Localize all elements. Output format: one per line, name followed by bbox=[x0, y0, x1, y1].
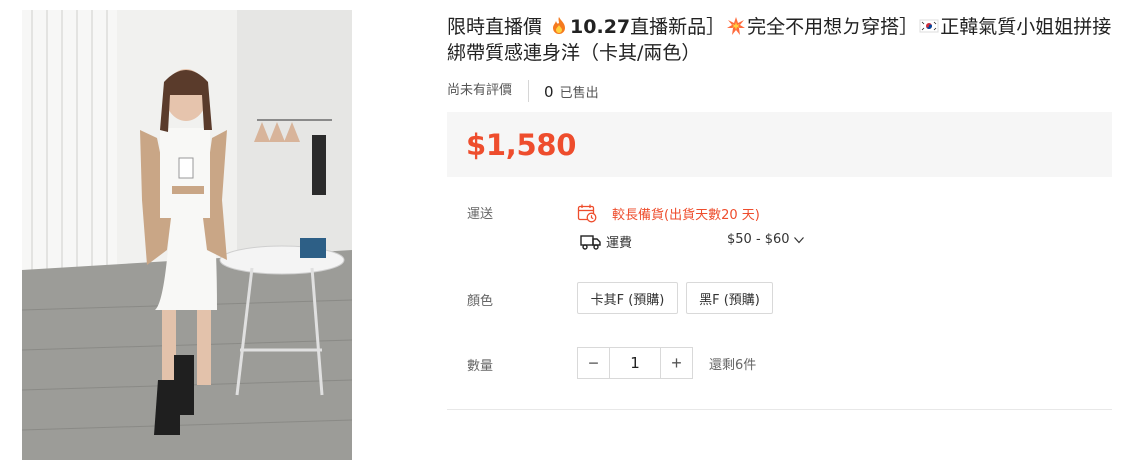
chevron-down-icon bbox=[793, 236, 804, 243]
truck-icon bbox=[580, 234, 601, 250]
fire-icon bbox=[553, 17, 566, 34]
color-option-khaki[interactable]: 卡其F (預購) bbox=[577, 282, 678, 314]
product-info-panel: 限時直播價 10.27直播新品］ 完全不用想ㄉ穿搭］ 正韓氣質小姐姐拼接綁帶質感連身… bbox=[447, 0, 1112, 468]
color-option-black[interactable]: 黑F (預購) bbox=[686, 282, 773, 314]
collision-icon bbox=[727, 17, 746, 35]
preorder-notice: 較長備貨(出貨天數20 天) bbox=[577, 203, 760, 223]
sold-number: 0 bbox=[544, 82, 554, 101]
korea-flag-icon bbox=[919, 19, 939, 33]
calendar-clock-icon bbox=[577, 204, 597, 223]
quantity-input[interactable]: 1 bbox=[609, 348, 661, 378]
quantity-stepper: − 1 + 還剩6件 bbox=[577, 347, 756, 379]
sold-label: 已售出 bbox=[559, 85, 599, 101]
stock-remaining: 還剩6件 bbox=[709, 357, 757, 373]
preorder-notice-text: 較長備貨(出貨天數20 天) bbox=[612, 207, 760, 223]
sold-count: 0 已售出 bbox=[529, 82, 599, 101]
quantity-control: − 1 + bbox=[577, 347, 693, 379]
quantity-label: 數量 bbox=[467, 359, 494, 374]
shipping-label: 運送 bbox=[467, 207, 494, 222]
title-part-3: 完全不用想ㄉ穿搭］ bbox=[747, 16, 919, 38]
increase-quantity-button[interactable]: + bbox=[661, 348, 692, 378]
title-part-2: 直播新品］ bbox=[630, 16, 726, 38]
no-rating-text: 尚未有評價 bbox=[447, 80, 530, 102]
product-price: $1,580 bbox=[466, 128, 577, 162]
price-section: $1,580 bbox=[447, 112, 1112, 177]
shipping-fee: 運費 $50 - $60 bbox=[580, 232, 804, 251]
shipping-fee-dropdown[interactable]: $50 - $60 bbox=[727, 232, 805, 247]
product-photo-illustration bbox=[22, 10, 352, 460]
rating-summary: 尚未有評價 0 已售出 bbox=[447, 80, 599, 102]
shipping-fee-range: $50 - $60 bbox=[727, 232, 790, 247]
section-divider bbox=[447, 409, 1112, 410]
decrease-quantity-button[interactable]: − bbox=[578, 348, 609, 378]
title-bold-date: 10.27 bbox=[570, 16, 631, 38]
title-prefix: 限時直播價 bbox=[447, 16, 549, 38]
product-image[interactable] bbox=[22, 10, 352, 460]
shipping-fee-label: 運費 bbox=[606, 236, 633, 251]
color-label: 顏色 bbox=[467, 294, 494, 309]
product-title: 限時直播價 10.27直播新品］ 完全不用想ㄉ穿搭］ 正韓氣質小姐姐拼接綁帶質感連身… bbox=[447, 14, 1112, 66]
